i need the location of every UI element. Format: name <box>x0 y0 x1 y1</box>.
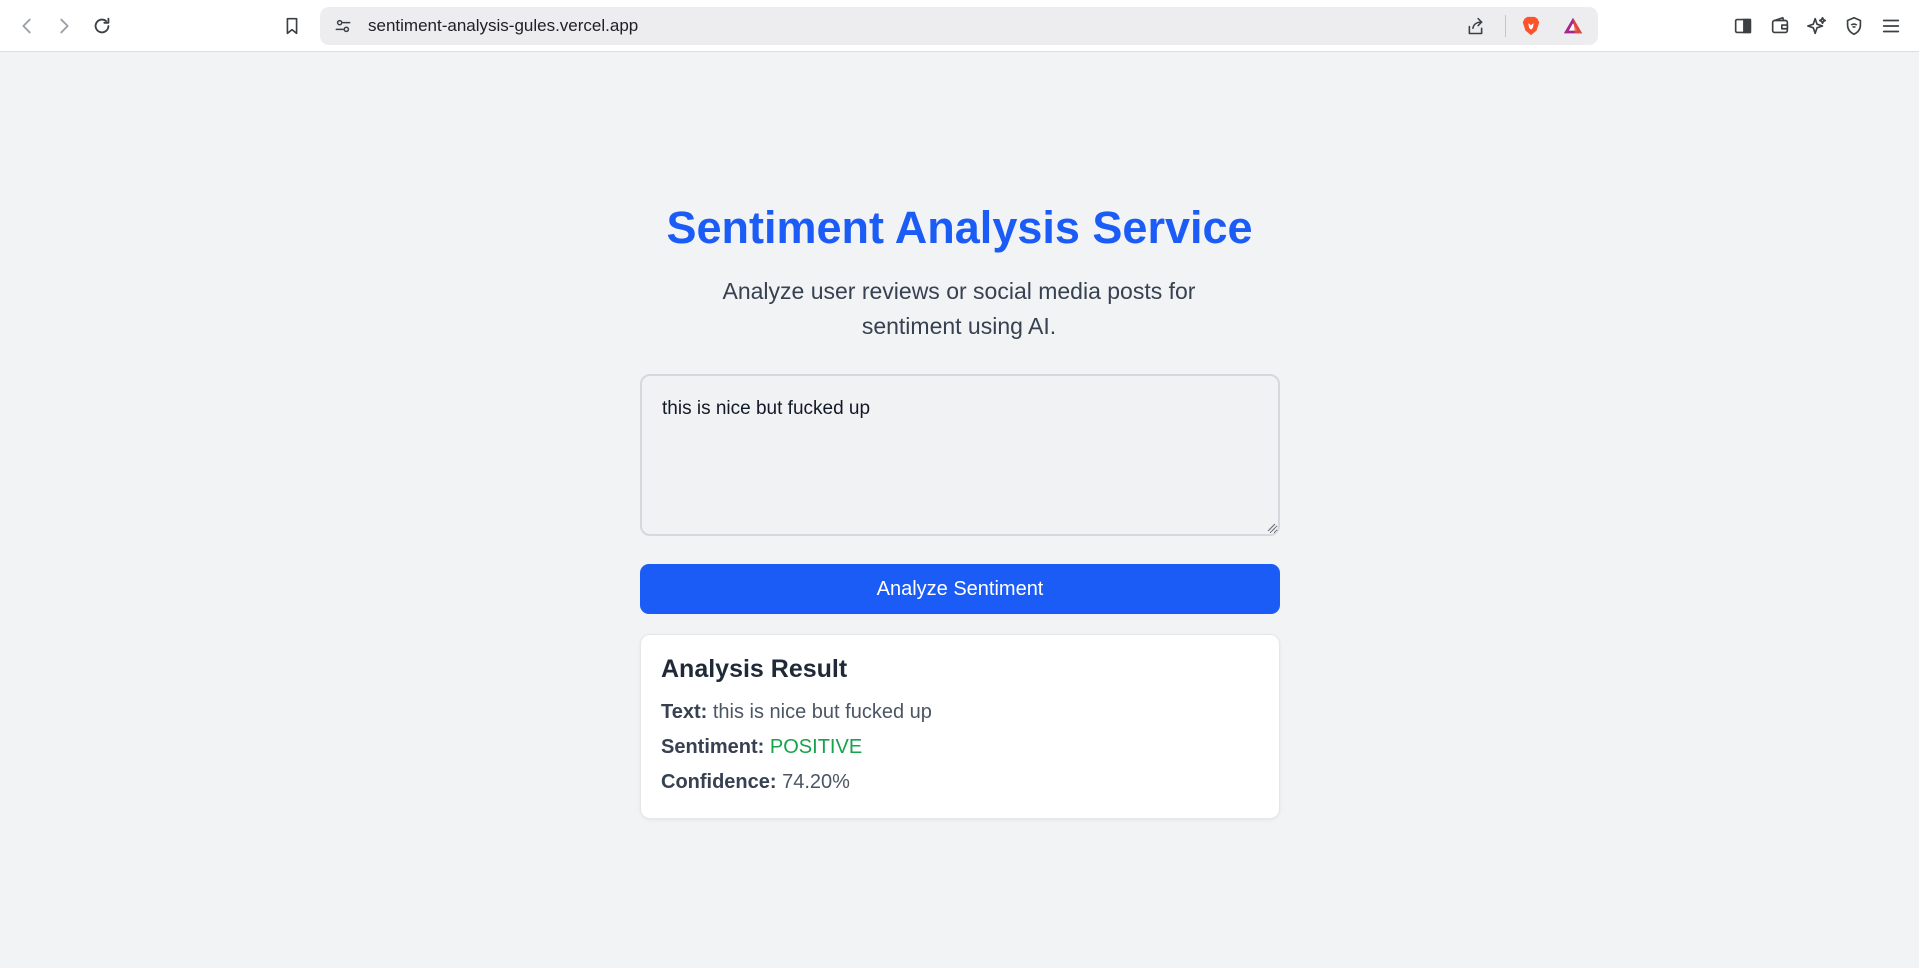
back-arrow-icon[interactable] <box>11 10 43 42</box>
analyze-sentiment-button[interactable]: Analyze Sentiment <box>640 564 1280 614</box>
address-bar[interactable]: sentiment-analysis-gules.vercel.app <box>320 7 1598 45</box>
result-confidence-row: Confidence: 74.20% <box>661 771 850 794</box>
confidence-value: 74.20% <box>782 771 850 793</box>
text-label: Text: <box>661 701 708 723</box>
text-value: this is nice but fucked up <box>712 701 932 723</box>
url-text[interactable]: sentiment-analysis-gules.vercel.app <box>368 7 638 45</box>
url-separator <box>1505 15 1506 37</box>
reload-icon[interactable] <box>86 10 118 42</box>
sentiment-label: Sentiment: <box>661 736 765 758</box>
result-card: Analysis Result Text: this is nice but f… <box>640 634 1280 819</box>
hamburger-menu-icon[interactable] <box>1875 10 1907 42</box>
browser-toolbar: sentiment-analysis-gules.vercel.app <box>0 0 1919 52</box>
vpn-shield-icon[interactable] <box>1838 10 1870 42</box>
page-title: Sentiment Analysis Service <box>666 202 1253 253</box>
share-icon[interactable] <box>1464 15 1486 37</box>
brave-lion-icon[interactable] <box>1520 15 1542 37</box>
result-text-row: Text: this is nice but fucked up <box>661 701 932 724</box>
result-heading: Analysis Result <box>661 655 848 683</box>
page-subtitle: Analyze user reviews or social media pos… <box>722 278 1196 339</box>
site-settings-icon[interactable] <box>332 15 354 37</box>
confidence-label: Confidence: <box>661 771 777 793</box>
leo-ai-icon[interactable] <box>1801 10 1833 42</box>
sentiment-value: POSITIVE <box>769 736 863 758</box>
forward-arrow-icon[interactable] <box>48 10 80 42</box>
review-textarea[interactable]: this is nice but fucked up <box>640 374 1280 536</box>
wallet-icon[interactable] <box>1764 10 1796 42</box>
sidebar-icon[interactable] <box>1727 10 1759 42</box>
rewards-triangle-icon[interactable] <box>1562 15 1584 37</box>
bookmark-icon[interactable] <box>276 10 308 42</box>
result-sentiment-row: Sentiment: POSITIVE <box>661 736 862 759</box>
resize-grip-icon[interactable] <box>1266 522 1276 532</box>
